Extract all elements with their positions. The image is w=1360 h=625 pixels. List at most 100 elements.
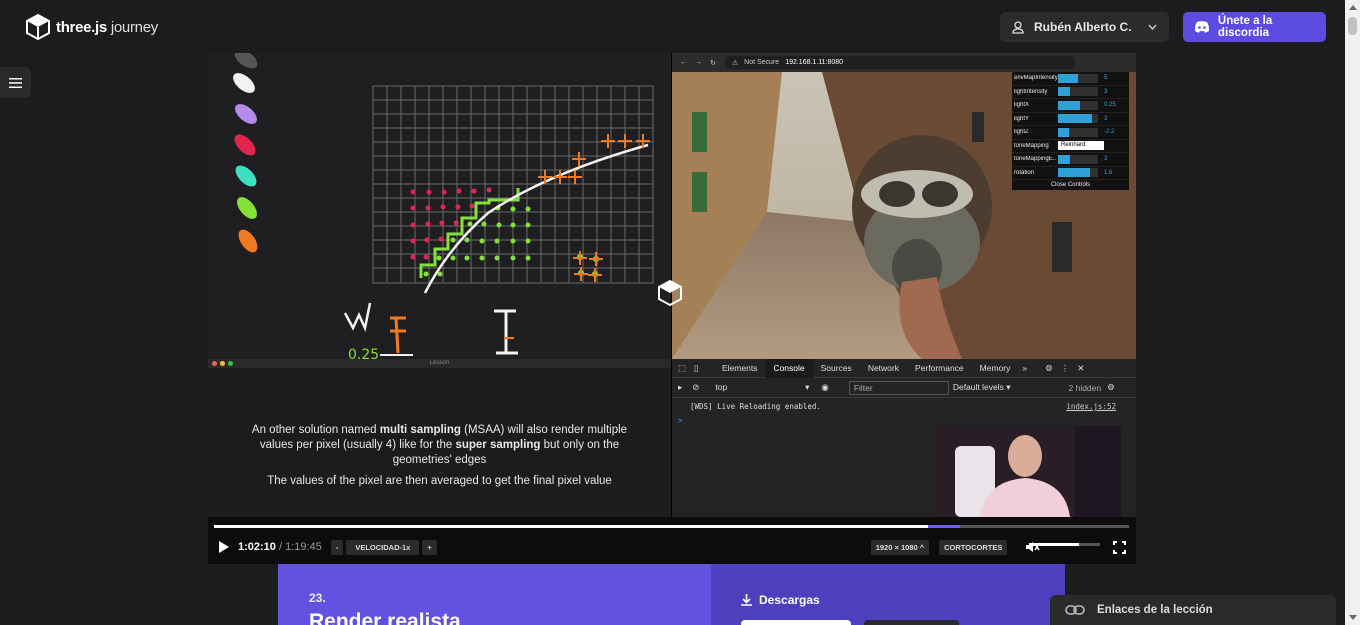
link-icon xyxy=(1065,605,1085,615)
download-button-2[interactable] xyxy=(864,620,959,625)
gui-value[interactable]: 0.25 xyxy=(1104,102,1116,108)
back-arrow-icon[interactable]: ← xyxy=(680,59,687,66)
controls-row: 1:02:10 / 1:19:45 - VELOCIDAD-1x + 1920 … xyxy=(208,537,1136,557)
user-icon xyxy=(1012,20,1024,34)
lesson-links-panel[interactable]: Enlaces de la lección xyxy=(1050,595,1336,625)
device-toggle-icon[interactable]: ▯ xyxy=(694,363,714,374)
speed-decrease-button[interactable]: - xyxy=(330,539,344,555)
gui-slider-fill xyxy=(1058,114,1092,124)
tab-performance[interactable]: Performance xyxy=(907,359,972,378)
gui-control-label: toneMapping xyxy=(1014,142,1049,149)
devtools-settings-icon[interactable]: ⚙ xyxy=(1045,363,1053,374)
drawn-value: 0.25 xyxy=(348,347,379,359)
eye-icon[interactable]: ◉ xyxy=(821,382,828,393)
log-levels-select[interactable]: Default levels ▾ xyxy=(953,382,1011,393)
tab-elements[interactable]: Elements xyxy=(714,359,765,378)
downloads-panel: Descargas xyxy=(711,564,1065,625)
gui-control-row[interactable]: lightZ -2.2 xyxy=(1012,126,1129,140)
console-filter-input[interactable]: Filter xyxy=(848,380,949,395)
drawing-pane: 0.25 xyxy=(208,53,671,359)
gui-slider[interactable] xyxy=(1058,127,1098,137)
dat-gui-panel[interactable]: envMapIntensity 5 lightIntensity 3 lightX 0.2… xyxy=(1012,72,1129,190)
gui-slider-fill xyxy=(1058,87,1070,97)
threejs-journey-logo[interactable]: three.js journey xyxy=(26,14,158,40)
hamburger-menu-button[interactable] xyxy=(0,67,31,98)
scroll-up-arrow-icon[interactable] xyxy=(1349,5,1357,10)
clear-console-icon[interactable]: ⊘ xyxy=(692,382,699,393)
console-prompt[interactable]: > xyxy=(672,412,1136,426)
gui-slider[interactable] xyxy=(1058,154,1098,164)
fullscreen-icon[interactable] xyxy=(1113,541,1126,554)
gui-value[interactable]: 3 xyxy=(1104,89,1107,95)
video-player[interactable]: 0.25 Lesson An other solution named mult… xyxy=(208,53,1136,564)
sidebar-toggle-icon[interactable]: ▸ xyxy=(678,382,682,393)
tab-sources[interactable]: Sources xyxy=(813,359,860,378)
gui-slider[interactable] xyxy=(1058,73,1098,83)
devtools-pane: ⬚ ▯ Elements Console Sources Network Per… xyxy=(672,358,1136,517)
gui-value[interactable]: 3 xyxy=(1104,116,1107,122)
center-logo-icon xyxy=(658,280,682,306)
lesson-title: Render realista xyxy=(309,610,461,625)
lesson-paragraph-1: An other solution named multi sampling (… xyxy=(251,424,628,466)
gui-control-row[interactable]: rotation 1.6 xyxy=(1012,167,1129,180)
reload-icon[interactable]: ↻ xyxy=(710,59,716,67)
play-icon[interactable] xyxy=(218,540,230,554)
user-name: Rubén Alberto C. xyxy=(1034,20,1132,34)
close-controls-button[interactable]: Close Controls xyxy=(1012,180,1129,190)
gui-control-row[interactable]: lightIntensity 3 xyxy=(1012,86,1129,99)
gui-slider-fill xyxy=(1058,100,1080,110)
discord-button[interactable]: Únete a la discordia xyxy=(1183,12,1326,42)
scroll-down-arrow-icon[interactable] xyxy=(1349,615,1357,620)
gui-slider-fill xyxy=(1058,154,1070,164)
more-tabs-icon[interactable]: » xyxy=(1022,363,1027,373)
quality-button[interactable]: 1920 × 1080 ^ xyxy=(870,539,930,555)
tab-memory[interactable]: Memory xyxy=(972,359,1019,378)
shortcuts-button[interactable]: CORTOCORTES xyxy=(939,539,1008,555)
gui-control-row[interactable]: toneMapping Reinhard xyxy=(1012,140,1129,153)
context-select[interactable]: top ▾ xyxy=(715,382,809,393)
gui-control-row[interactable]: lightY 3 xyxy=(1012,113,1129,126)
tab-console[interactable]: Console xyxy=(765,358,813,378)
address-bar[interactable]: ⚠ Not Secure 192.168.1.11:8080 xyxy=(723,56,1076,69)
speed-increase-button[interactable]: + xyxy=(422,539,437,555)
forward-arrow-icon[interactable]: → xyxy=(695,59,702,66)
devtools-close-icon[interactable]: ✕ xyxy=(1077,363,1084,374)
gui-slider[interactable] xyxy=(1058,87,1098,97)
download-button-1[interactable] xyxy=(741,620,851,625)
log-source-link[interactable]: index.js:52 xyxy=(1066,402,1116,411)
progress-bar[interactable] xyxy=(214,525,1129,528)
lesson-links-label: Enlaces de la lección xyxy=(1097,604,1213,616)
lesson-window-title: Lesson xyxy=(429,360,450,366)
gui-slider-fill xyxy=(1058,73,1078,83)
gui-value[interactable]: 3 xyxy=(1104,156,1107,162)
gui-control-row[interactable]: lightX 0.25 xyxy=(1012,99,1129,113)
gui-control-row[interactable]: envMapIntensity 5 xyxy=(1012,72,1129,86)
page-scrollbar[interactable] xyxy=(1345,0,1360,625)
gui-slider[interactable] xyxy=(1058,114,1098,124)
gui-slider-fill xyxy=(1058,127,1070,137)
volume-slider[interactable] xyxy=(1029,543,1100,546)
gui-control-label: rotation xyxy=(1014,169,1035,176)
user-menu-button[interactable]: Rubén Alberto C. xyxy=(1000,12,1169,42)
lesson-info-card: 23. Render realista Descargas xyxy=(278,564,1065,625)
inspect-icon[interactable]: ⬚ xyxy=(678,363,694,374)
gui-slider[interactable] xyxy=(1058,168,1098,178)
scrollbar-thumb[interactable] xyxy=(1348,17,1357,35)
console-log-line: [WDS] Live Reloading enabled. index.js:5… xyxy=(672,398,1136,412)
devtools-menu-icon[interactable]: ⋮ xyxy=(1061,363,1070,374)
gui-slider[interactable] xyxy=(1058,100,1098,110)
hamburger-icon xyxy=(9,77,22,88)
gui-value[interactable]: 5 xyxy=(1104,75,1107,81)
time-display: 1:02:10 / 1:19:45 xyxy=(238,541,322,553)
console-settings-icon[interactable]: ⚙ xyxy=(1107,382,1115,393)
tab-network[interactable]: Network xyxy=(860,359,907,378)
gui-value[interactable]: -2.2 xyxy=(1104,129,1114,135)
tonemapping-select[interactable]: Reinhard xyxy=(1058,141,1104,151)
gui-value[interactable]: 1.6 xyxy=(1104,170,1112,176)
gui-control-label: lightIntensity xyxy=(1014,88,1048,95)
lesson-text: An other solution named multi sampling (… xyxy=(208,368,671,489)
gui-control-row[interactable]: toneMappingE.. 3 xyxy=(1012,153,1129,167)
gui-control-label: lightX xyxy=(1014,102,1030,109)
gui-slider-fill xyxy=(1058,168,1090,178)
close-dot-icon xyxy=(212,361,217,366)
